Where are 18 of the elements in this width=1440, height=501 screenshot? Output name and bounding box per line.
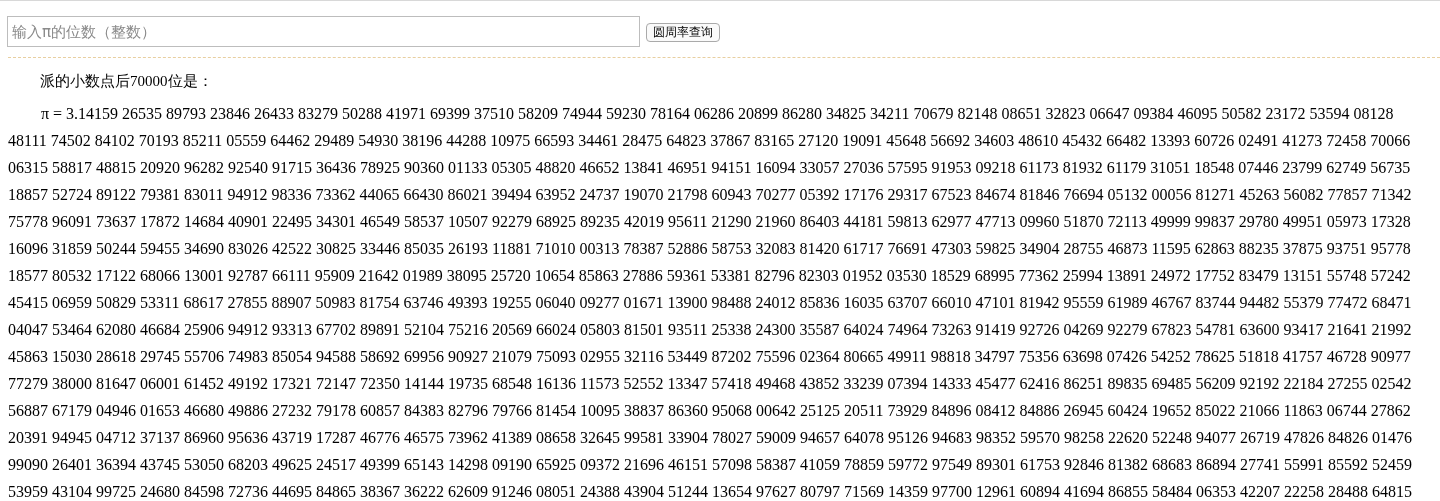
digits-line: 53959 43104 99725 24680 84598 72736 44695 84865 38367 36222 62609 91246 08051 24388 43904 51244 13654 97627 80797 71569 14359 97700 12961 60894 41694 86855 58484 06353 42207 22258 28488 64815 xyxy=(8,482,1413,501)
digits-line: 45863 15030 28618 29745 55706 74983 85054 94588 58692 69956 90927 21079 75093 02955 32116 53449 87202 75596 02364 80665 49911 98818 34797 75356 63698 07426 54252 78625 51818 41757 46728 90977 xyxy=(8,347,1412,367)
digits-line: 18857 52724 89122 79381 83011 94912 98336 73362 44065 66430 86021 39494 63952 24737 19070 21798 60943 70277 05392 17176 29317 67523 84674 81846 76694 05132 00056 81271 45263 56082 77857 71342 xyxy=(8,185,1413,205)
digits-line: 45415 06959 50829 53311 68617 27855 88907 50983 81754 63746 49393 19255 06040 09277 01671 13900 98488 24012 85836 16035 63707 66010 47101 81942 95559 61989 46767 83744 94482 55379 77472 68471 xyxy=(8,293,1413,313)
digits-line: 04047 53464 62080 46684 25906 94912 93313 67702 89891 52104 75216 20569 66024 05803 81501 93511 25338 24300 35587 64024 74964 73263 91419 92726 04269 92279 67823 54781 63600 93417 21641 21992 xyxy=(8,320,1413,340)
digits-line: 18577 80532 17122 68066 13001 92787 66111 95909 21642 01989 38095 25720 10654 85863 27886 59361 53381 82796 82303 01952 03530 18529 68995 77362 25994 13891 24972 17752 83479 13151 55748 57242 xyxy=(8,266,1412,286)
digits-line: 20391 94945 04712 37137 86960 95636 43719 17287 46776 46575 73962 41389 08658 32645 99581 33904 78027 59009 94657 64078 95126 94683 98352 59570 98258 22620 52248 94077 26719 47826 84826 01476 xyxy=(8,428,1413,448)
search-field[interactable]: 输入π的位数（整数） xyxy=(7,16,640,47)
digits-line: 77279 38000 81647 06001 61452 49192 17321 72147 72350 14144 19735 68548 16136 11573 52552 13347 57418 49468 43852 33239 07394 14333 45477 62416 86251 89835 69485 56209 92192 22184 27255 02542 xyxy=(8,374,1413,394)
digits-line: 16096 31859 50244 59455 34690 83026 42522 30825 33446 85035 26193 11881 71010 00313 78387 52886 58753 32083 81420 61717 76691 47303 59825 34904 28755 46873 11595 62863 88235 37875 93751 95778 xyxy=(8,239,1412,259)
result-heading: 派的小数点后70000位是： xyxy=(40,72,214,91)
digits-line: 56887 67179 04946 01653 46680 49886 27232 79178 60857 84383 82796 79766 81454 10095 38837 86360 95068 00642 25125 20511 73929 84896 08412 84886 26945 60424 19652 85022 21066 11863 06744 27862 xyxy=(8,401,1412,421)
digits-line: π = 3.14159 26535 89793 23846 26433 83279 50288 41971 69399 37510 58209 74944 59230 78164 06286 20899 86280 34825 34211 70679 82148 08651 32823 06647 09384 46095 50582 23172 53594 08128 xyxy=(40,104,1395,124)
digits-line: 99090 26401 36394 43745 53050 68203 49625 24517 49399 65143 14298 09190 65925 09372 21696 46151 57098 58387 41059 78859 59772 97549 89301 61753 92846 81382 68683 86894 27741 55991 85592 52459 xyxy=(8,455,1413,475)
digits-line: 75778 96091 73637 17872 14684 40901 22495 34301 46549 58537 10507 92279 68925 89235 42019 95611 21290 21960 86403 44181 59813 62977 47713 09960 51870 72113 49999 99837 29780 49951 05973 17328 xyxy=(8,212,1412,232)
digits-line: 48111 74502 84102 70193 85211 05559 64462 29489 54930 38196 44288 10975 66593 34461 28475 64823 37867 83165 27120 19091 45648 56692 34603 48610 45432 66482 13393 60726 02491 41273 72458 70066 xyxy=(8,131,1412,151)
digits-line: 06315 58817 48815 20920 96282 92540 91715 36436 78925 90360 01133 05305 48820 46652 13841 46951 94151 16094 33057 27036 57595 91953 09218 61173 81932 61179 31051 18548 07446 23799 62749 56735 xyxy=(8,158,1412,178)
search-button[interactable]: 圆周率查询 xyxy=(646,23,720,42)
